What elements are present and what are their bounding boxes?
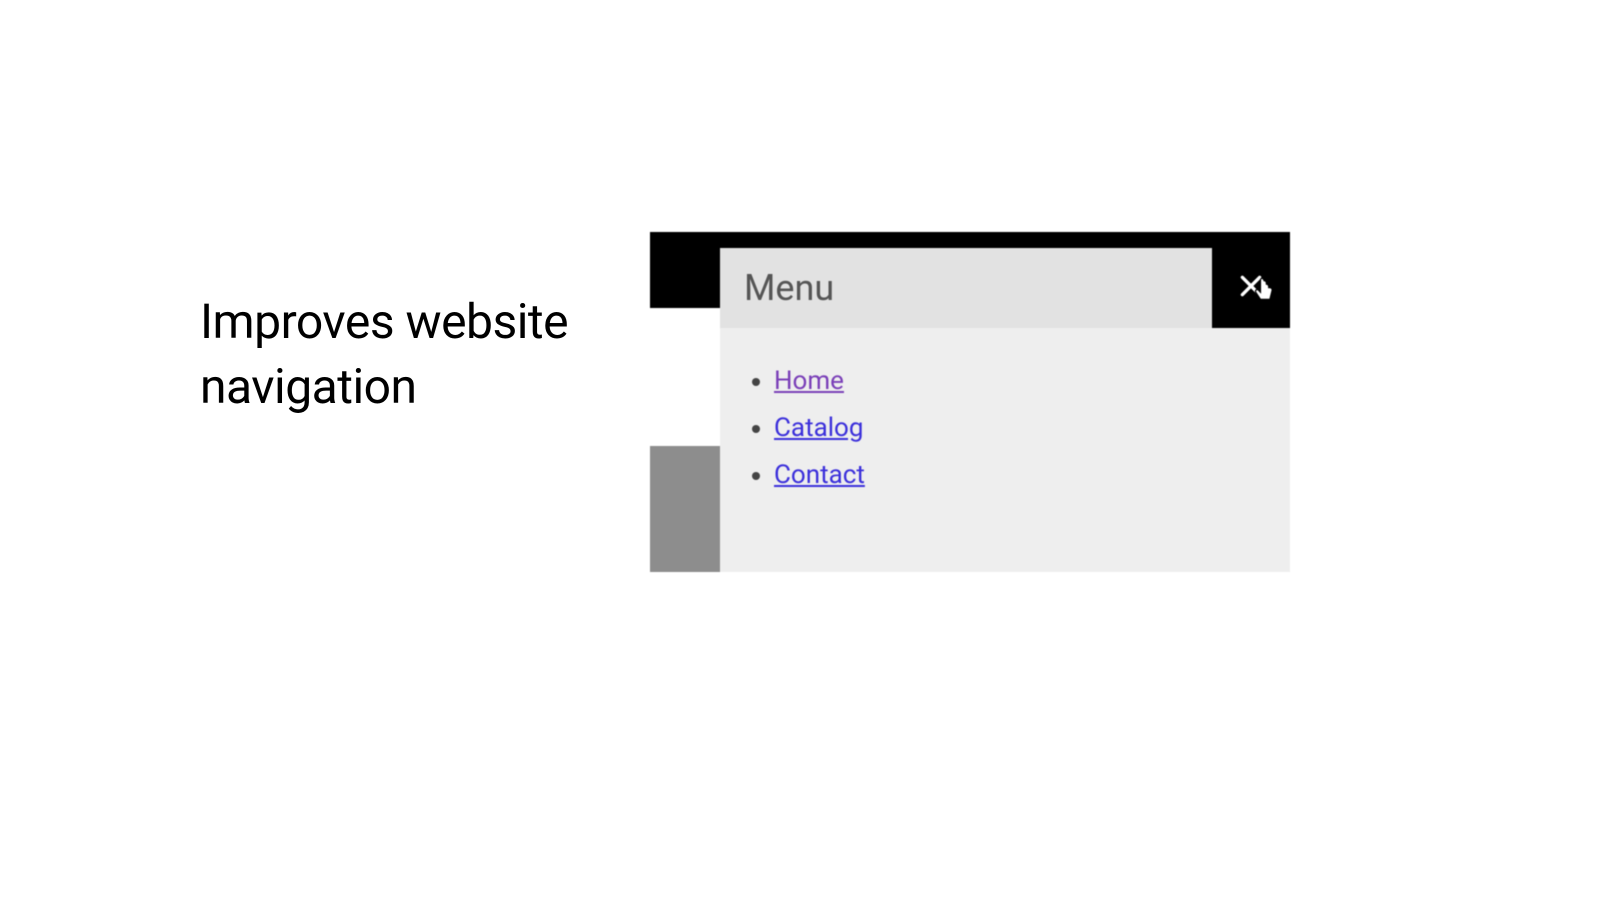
- menu-screenshot: Menu Home Catalog Contact: [650, 232, 1290, 572]
- menu-list: Home Catalog Contact: [720, 328, 1290, 498]
- left-strip-gray: [650, 446, 720, 572]
- menu-title: Menu: [720, 248, 1290, 328]
- menu-panel: Menu Home Catalog Contact: [720, 248, 1290, 572]
- menu-item-home: Home: [774, 358, 1290, 405]
- close-button[interactable]: [1212, 248, 1290, 328]
- menu-item-contact: Contact: [774, 452, 1290, 499]
- left-strip-white: [650, 308, 720, 446]
- menu-link-contact[interactable]: Contact: [774, 460, 865, 490]
- slide-heading: Improves websitenavigation: [200, 290, 568, 420]
- menu-item-catalog: Catalog: [774, 405, 1290, 452]
- close-icon: [1238, 273, 1264, 303]
- menu-link-catalog[interactable]: Catalog: [774, 413, 863, 443]
- menu-link-home[interactable]: Home: [774, 366, 844, 396]
